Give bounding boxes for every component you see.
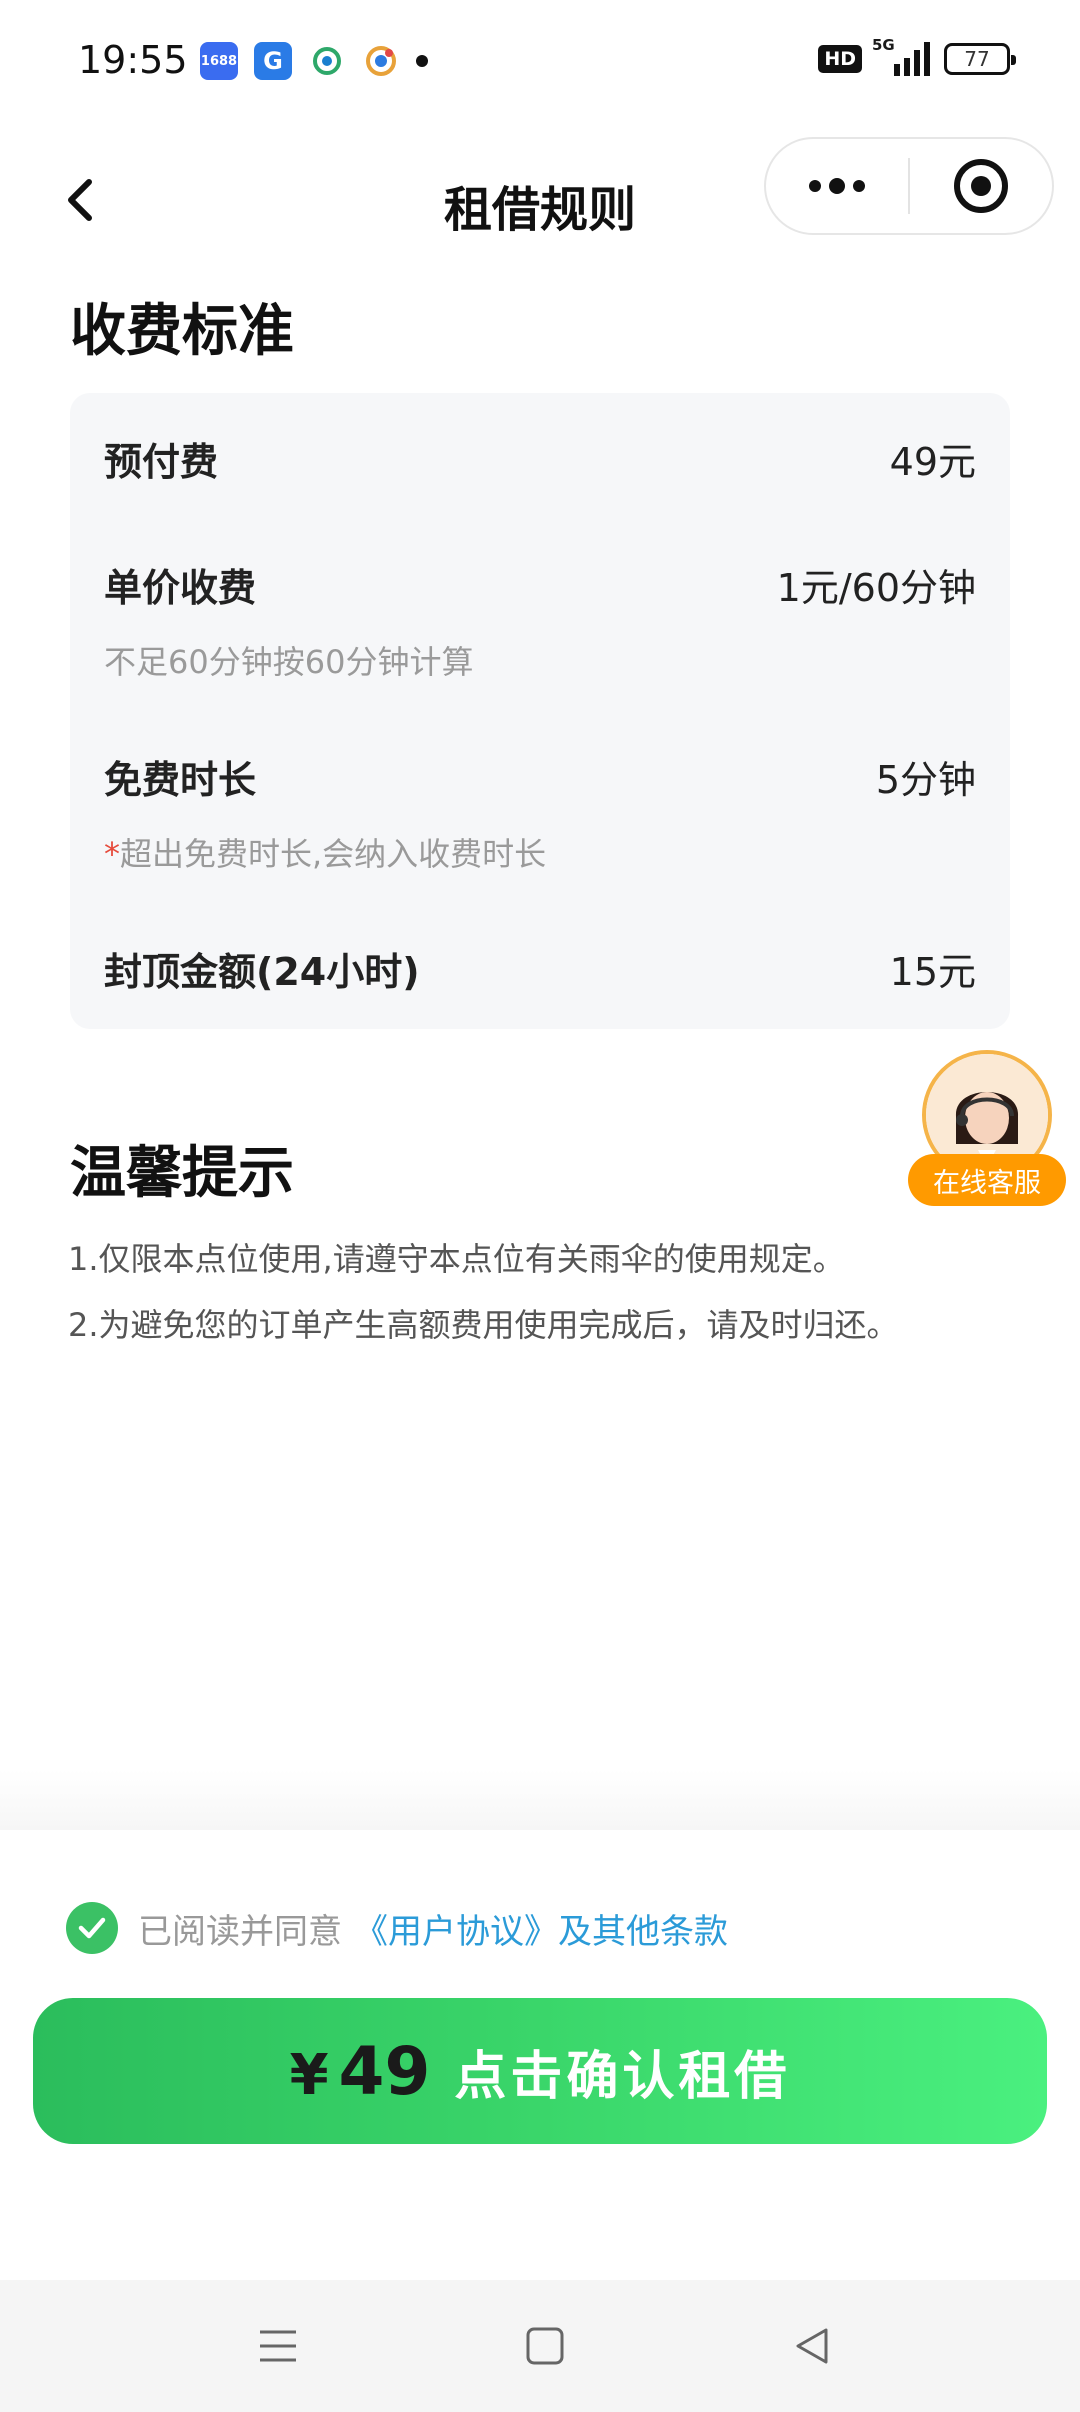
g-app-icon: G: [254, 42, 292, 80]
price-amount: ¥49: [290, 2033, 431, 2110]
1688-app-icon: 1688: [200, 42, 238, 80]
hd-icon: HD: [818, 45, 862, 73]
chevron-left-icon: [68, 179, 92, 221]
checkmark-icon: [78, 1917, 106, 1939]
required-asterisk: *: [104, 835, 120, 873]
fee-section-title: 收费标准: [70, 299, 294, 364]
tip-line: 1.仅限本点位使用,请遵守本点位有关雨伞的使用规定。: [68, 1240, 845, 1278]
notification-dot-icon: [416, 55, 428, 67]
fee-value: 5分钟: [875, 758, 976, 802]
mobile-carrier-icon: [308, 42, 346, 80]
fee-row-prepay: 预付费 49元: [104, 431, 976, 486]
confirm-label: 点击确认租借: [454, 2046, 791, 2107]
fee-row-free-time: 免费时长 5分钟: [104, 749, 976, 804]
title-bar: 租借规则: [0, 125, 1080, 275]
fee-note-text: 超出免费时长,会纳入收费时长: [120, 835, 547, 873]
close-button[interactable]: [910, 139, 1052, 233]
home-button[interactable]: [513, 2314, 577, 2378]
back-button[interactable]: [50, 170, 110, 230]
battery-level: 77: [964, 47, 990, 71]
fee-value: 15元: [889, 950, 976, 994]
confirm-rent-button[interactable]: ¥49 点击确认租借: [33, 1998, 1047, 2144]
price-value: 49: [338, 2032, 431, 2110]
more-button[interactable]: [766, 139, 908, 233]
battery-icon: 77: [944, 43, 1016, 75]
target-close-icon: [954, 159, 1008, 213]
miniprogram-capsule: [764, 137, 1054, 235]
bottom-fade: [0, 1770, 1080, 1830]
agreement-prefix: 已阅读并同意: [138, 1911, 342, 1952]
fee-note: 不足60分钟按60分钟计算: [104, 643, 474, 681]
fee-value: 49元: [889, 440, 976, 484]
fee-card: 预付费 49元 单价收费 1元/60分钟 不足60分钟按60分钟计算 免费时长 …: [70, 393, 1010, 1029]
user-agreement-link[interactable]: 《用户协议》及其他条款: [354, 1904, 728, 1953]
menu-lines-icon: [260, 2330, 296, 2362]
fee-row-unit-price: 单价收费 1元/60分钟: [104, 557, 976, 612]
customer-service-label: 在线客服: [908, 1154, 1066, 1206]
system-nav-bar: [0, 2280, 1080, 2412]
tip-line: 2.为避免您的订单产生高额费用使用完成后，请及时归还。: [68, 1306, 899, 1344]
more-dots-icon: [809, 178, 865, 194]
network-type: 5G: [872, 36, 895, 54]
fee-label: 封顶金额(24小时): [104, 950, 420, 994]
tips-section-title: 温馨提示: [70, 1141, 294, 1206]
fee-value: 1元/60分钟: [776, 566, 976, 610]
square-home-icon: [526, 2327, 564, 2365]
triangle-back-icon: [796, 2328, 828, 2364]
currency-symbol: ¥: [289, 2042, 329, 2108]
status-bar: 19:55 1688 G HD 5G 77: [0, 0, 1080, 125]
notification-icons: 1688 G: [200, 42, 428, 80]
recent-apps-button[interactable]: [246, 2314, 310, 2378]
agreement-row: 已阅读并同意 《用户协议》及其他条款: [66, 1902, 728, 1954]
colorful-app-icon: [362, 42, 400, 80]
fee-note: *超出免费时长,会纳入收费时长: [104, 829, 546, 875]
system-status: HD 5G 77: [818, 36, 1016, 76]
back-nav-button[interactable]: [780, 2314, 844, 2378]
fee-label: 免费时长: [104, 758, 257, 802]
agreement-checkbox[interactable]: [66, 1902, 118, 1954]
signal-icon: 5G: [872, 36, 930, 76]
fee-label: 预付费: [104, 440, 219, 484]
fee-label: 单价收费: [104, 566, 257, 610]
customer-service-button[interactable]: 在线客服: [908, 1050, 1068, 1210]
fee-row-cap: 封顶金额(24小时) 15元: [104, 941, 976, 996]
status-time: 19:55: [78, 38, 188, 82]
